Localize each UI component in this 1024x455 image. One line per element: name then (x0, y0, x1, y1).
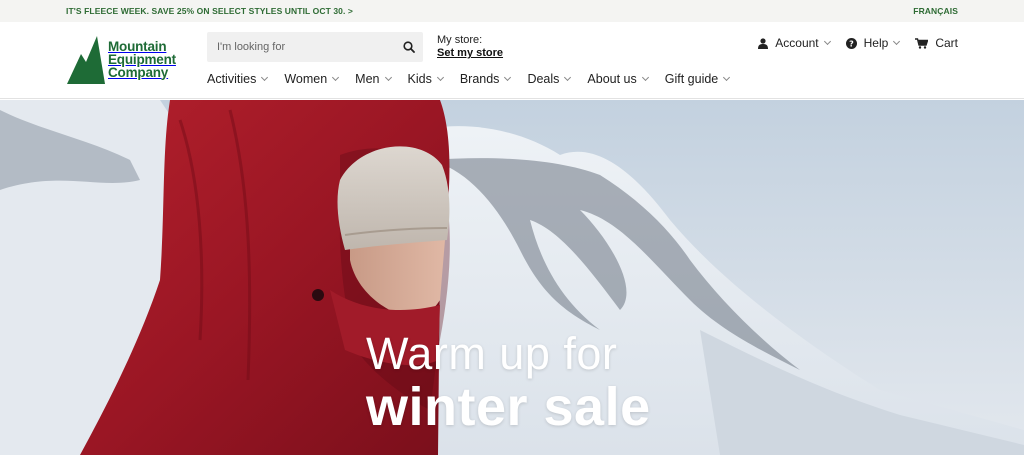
brand-line-2: Equipment (108, 51, 176, 67)
site-header: Mountain Equipment Company My store: Set… (0, 22, 1024, 99)
search-button[interactable] (395, 33, 423, 61)
store-label: My store: (437, 34, 483, 46)
account-label: Account (775, 36, 819, 50)
nav-label: Gift guide (664, 72, 719, 86)
nav-men[interactable]: Men (355, 72, 392, 86)
brand-wordmark: Mountain Equipment Company (108, 38, 176, 80)
chevron-down-icon (332, 73, 340, 82)
mountain-logo-icon (67, 36, 105, 84)
nav-label: Deals (527, 72, 560, 86)
hero-title-line-2: winter sale (366, 377, 651, 437)
chevron-down-icon (261, 73, 269, 82)
help-icon: ? (845, 37, 857, 49)
cart-icon (915, 37, 929, 49)
brand-line-3: Company (108, 64, 169, 80)
utility-nav: Account ? Help Cart (742, 36, 958, 50)
language-link[interactable]: FRANÇAIS (913, 6, 958, 16)
hero-title: Warm up for winter sale (366, 328, 651, 437)
set-store-link[interactable]: Set my store (437, 47, 503, 60)
account-menu[interactable]: Account (758, 36, 831, 50)
chevron-down-icon (823, 37, 831, 46)
search-icon (403, 41, 415, 53)
nav-label: Brands (459, 72, 500, 86)
nav-activities[interactable]: Activities (207, 72, 269, 86)
chevron-down-icon (436, 73, 444, 82)
user-icon (758, 37, 769, 49)
nav-label: Women (284, 72, 328, 86)
nav-label: Activities (207, 72, 257, 86)
brand-logo[interactable]: Mountain Equipment Company (67, 34, 176, 84)
hero-banner[interactable]: Warm up for winter sale (0, 100, 1024, 455)
cart-label: Cart (935, 36, 958, 50)
nav-brands[interactable]: Brands (459, 72, 512, 86)
nav-label: Kids (407, 72, 432, 86)
chevron-down-icon (564, 73, 572, 82)
hero-title-line-1: Warm up for (366, 328, 618, 379)
svg-text:?: ? (849, 39, 854, 48)
chevron-down-icon (723, 73, 731, 82)
nav-kids[interactable]: Kids (407, 72, 444, 86)
chevron-down-icon (504, 73, 512, 82)
nav-about-us[interactable]: About us (587, 72, 649, 86)
store-selector: My store: Set my store (437, 34, 503, 60)
nav-deals[interactable]: Deals (527, 72, 572, 86)
nav-label: Men (355, 72, 380, 86)
nav-gift-guide[interactable]: Gift guide (664, 72, 731, 86)
main-nav: Activities Women Men Kids Brands Deals A… (207, 72, 746, 86)
promo-link[interactable]: IT'S FLEECE WEEK. SAVE 25% ON SELECT STY… (66, 6, 353, 16)
search-input[interactable] (217, 41, 395, 53)
help-label: Help (863, 36, 889, 50)
nav-label: About us (587, 72, 637, 86)
promo-bar: IT'S FLEECE WEEK. SAVE 25% ON SELECT STY… (0, 0, 1024, 22)
brand-line-1: Mountain (108, 38, 167, 54)
cart-link[interactable]: Cart (915, 36, 958, 50)
nav-women[interactable]: Women (284, 72, 340, 86)
chevron-down-icon (893, 37, 901, 46)
search-box (207, 32, 423, 62)
help-menu[interactable]: ? Help (845, 36, 901, 50)
chevron-down-icon (384, 73, 392, 82)
chevron-down-icon (641, 73, 649, 82)
